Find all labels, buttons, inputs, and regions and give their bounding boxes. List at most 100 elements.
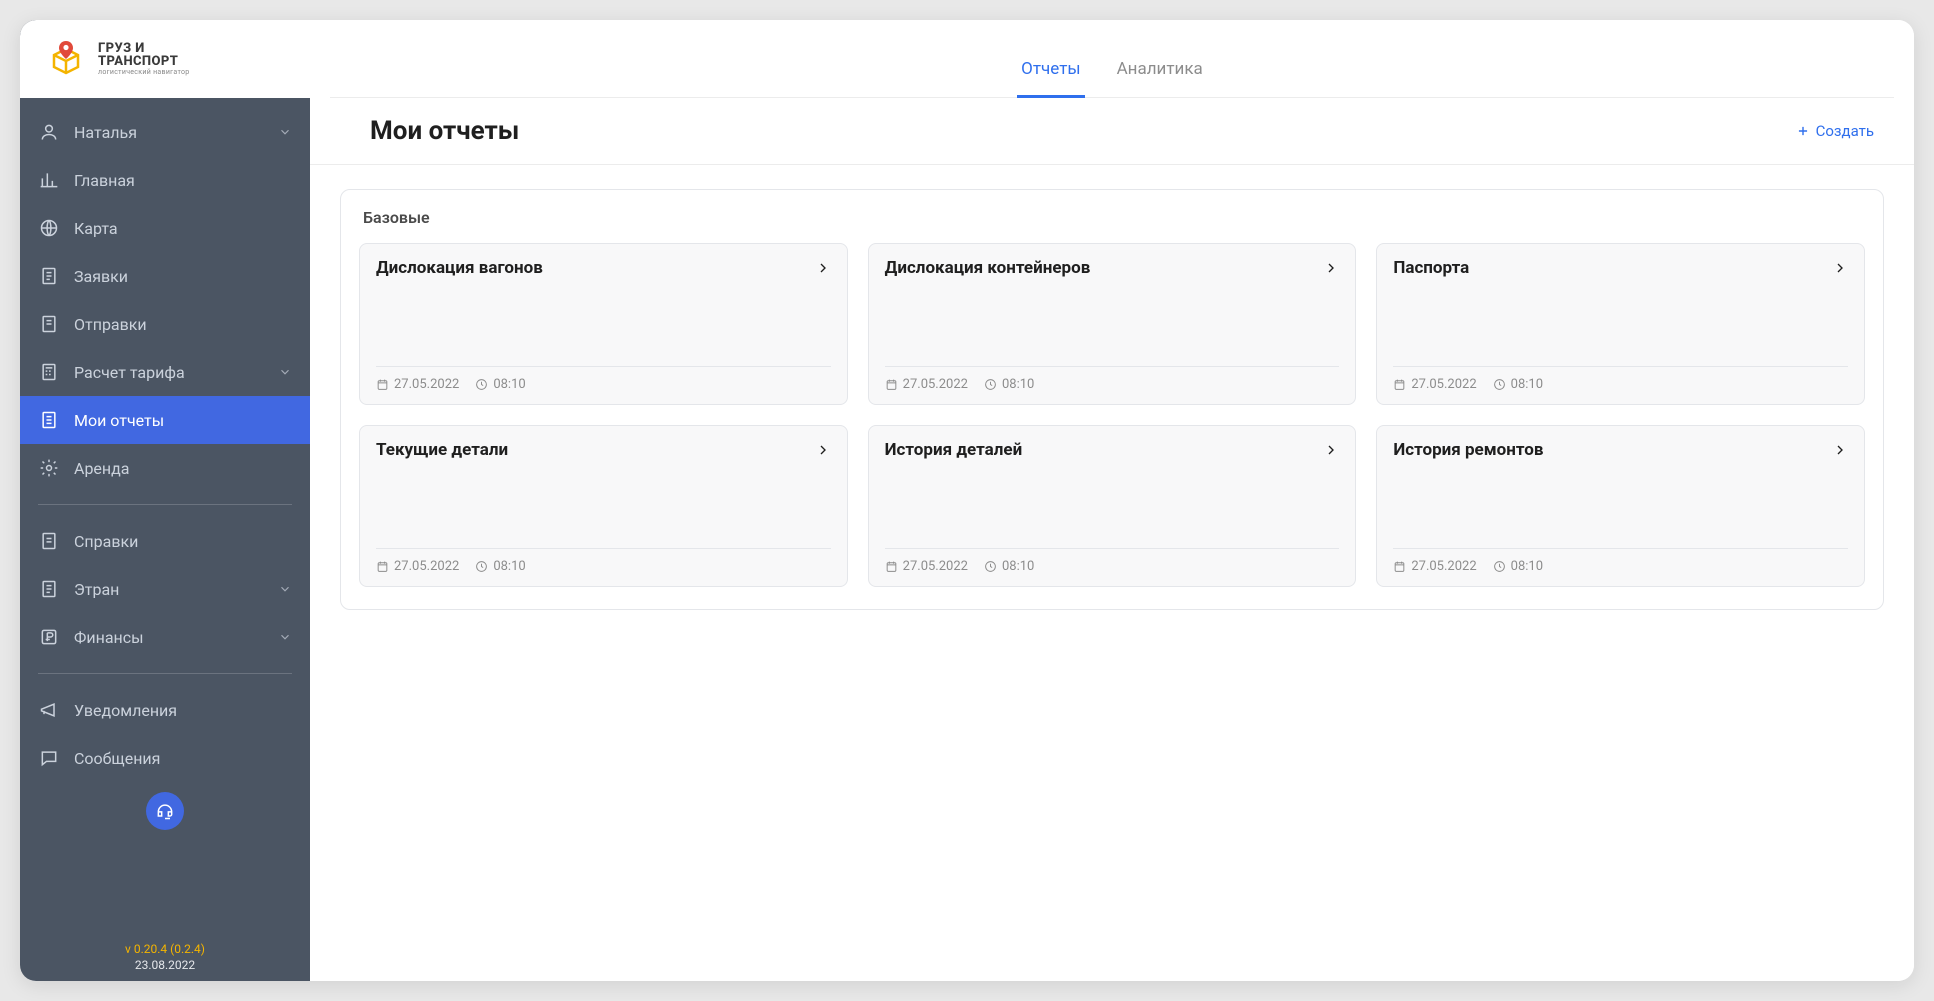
calendar-icon (376, 378, 389, 391)
sidebar-item-label: Мои отчеты (74, 411, 292, 430)
create-button-label: Создать (1816, 122, 1874, 140)
report-card-time: 08:10 (493, 559, 525, 574)
sidebar-item-tariff[interactable]: Расчет тарифа (20, 348, 310, 396)
create-button[interactable]: Создать (1786, 116, 1884, 146)
report-card-date: 27.05.2022 (1411, 377, 1476, 392)
version-footer: v 0.20.4 (0.2.4) 23.08.2022 (20, 935, 310, 981)
document-icon (38, 409, 60, 431)
sidebar-item-label: Финансы (74, 628, 264, 647)
sidebar-item-label: Наталья (74, 123, 264, 142)
sidebar-item-messages[interactable]: Сообщения (20, 734, 310, 782)
sidebar-nav: Наталья Главная Карта (20, 98, 310, 935)
report-card-time: 08:10 (1511, 559, 1543, 574)
report-card[interactable]: Дислокация контейнеров 27.05.2022 08:10 (868, 243, 1357, 405)
sidebar-item-label: Главная (74, 171, 292, 190)
user-icon (38, 121, 60, 143)
report-card-meta: 27.05.2022 08:10 (1393, 548, 1848, 574)
sidebar-item-user[interactable]: Наталья (20, 108, 310, 156)
globe-icon (38, 217, 60, 239)
reports-panel: Базовые Дислокация вагонов 27.05.2022 08… (340, 189, 1884, 610)
gear-icon (38, 457, 60, 479)
sidebar-item-label: Отправки (74, 315, 292, 334)
report-card-date: 27.05.2022 (903, 377, 968, 392)
report-card-time: 08:10 (1511, 377, 1543, 392)
sidebar-item-label: Этран (74, 580, 264, 599)
ruble-icon (38, 626, 60, 648)
brand-logo-text: ГРУЗ И ТРАНСПОРТ логистический навигатор (98, 42, 190, 77)
report-card-meta: 27.05.2022 08:10 (885, 548, 1340, 574)
calendar-icon (885, 378, 898, 391)
calendar-icon (885, 560, 898, 573)
chevron-right-icon (815, 442, 831, 458)
report-card[interactable]: История ремонтов 27.05.2022 08:10 (1376, 425, 1865, 587)
tab-label: Отчеты (1021, 59, 1080, 79)
tab-reports[interactable]: Отчеты (1017, 45, 1084, 97)
clock-icon (984, 560, 997, 573)
sidebar: ГРУЗ И ТРАНСПОРТ логистический навигатор… (20, 20, 310, 981)
report-card[interactable]: История деталей 27.05.2022 08:10 (868, 425, 1357, 587)
report-card-meta: 27.05.2022 08:10 (376, 548, 831, 574)
chevron-down-icon (278, 582, 292, 596)
sidebar-item-etran[interactable]: Этран (20, 565, 310, 613)
report-card-date: 27.05.2022 (394, 377, 459, 392)
report-card-date: 27.05.2022 (903, 559, 968, 574)
report-card-date: 27.05.2022 (394, 559, 459, 574)
report-card-time: 08:10 (1002, 377, 1034, 392)
plus-icon (1796, 124, 1810, 138)
report-card-meta: 27.05.2022 08:10 (1393, 366, 1848, 392)
tab-analytics[interactable]: Аналитика (1113, 45, 1207, 97)
content: Базовые Дислокация вагонов 27.05.2022 08… (310, 165, 1914, 634)
report-card-meta: 27.05.2022 08:10 (885, 366, 1340, 392)
chevron-right-icon (1323, 260, 1339, 276)
calendar-icon (376, 560, 389, 573)
brand-logo-mark (44, 37, 88, 81)
sidebar-item-rent[interactable]: Аренда (20, 444, 310, 492)
sidebar-item-finance[interactable]: Финансы (20, 613, 310, 661)
sidebar-item-requests[interactable]: Заявки (20, 252, 310, 300)
report-card-title: Текущие детали (376, 440, 508, 460)
clock-icon (475, 560, 488, 573)
section-label: Базовые (359, 208, 1865, 243)
sidebar-item-label: Справки (74, 532, 292, 551)
sidebar-item-label: Карта (74, 219, 292, 238)
clock-icon (1493, 560, 1506, 573)
report-card[interactable]: Паспорта 27.05.2022 08:10 (1376, 243, 1865, 405)
sidebar-item-map[interactable]: Карта (20, 204, 310, 252)
document-icon (38, 313, 60, 335)
report-card-time: 08:10 (493, 377, 525, 392)
app-window: ГРУЗ И ТРАНСПОРТ логистический навигатор… (20, 20, 1914, 981)
headset-icon (155, 801, 175, 821)
clock-icon (984, 378, 997, 391)
sidebar-item-shipments[interactable]: Отправки (20, 300, 310, 348)
clock-icon (1493, 378, 1506, 391)
app-version: v 0.20.4 (0.2.4) (20, 941, 310, 957)
app-version-date: 23.08.2022 (20, 957, 310, 973)
sidebar-item-notifications[interactable]: Уведомления (20, 686, 310, 734)
divider (38, 504, 292, 505)
report-card[interactable]: Дислокация вагонов 27.05.2022 08:10 (359, 243, 848, 405)
sidebar-item-reports[interactable]: Мои отчеты (20, 396, 310, 444)
sidebar-item-refs[interactable]: Справки (20, 517, 310, 565)
chevron-down-icon (278, 630, 292, 644)
sidebar-item-label: Сообщения (74, 749, 292, 768)
support-button[interactable] (146, 792, 184, 830)
sidebar-item-home[interactable]: Главная (20, 156, 310, 204)
chevron-down-icon (278, 125, 292, 139)
sidebar-item-label: Уведомления (74, 701, 292, 720)
report-card[interactable]: Текущие детали 27.05.2022 08:10 (359, 425, 848, 587)
report-card-time: 08:10 (1002, 559, 1034, 574)
page-header: Мои отчеты Создать (310, 98, 1914, 165)
clock-icon (475, 378, 488, 391)
megaphone-icon (38, 699, 60, 721)
message-icon (38, 747, 60, 769)
document-icon (38, 530, 60, 552)
report-card-title: Паспорта (1393, 258, 1469, 278)
document-icon (38, 265, 60, 287)
report-card-meta: 27.05.2022 08:10 (376, 366, 831, 392)
report-card-date: 27.05.2022 (1411, 559, 1476, 574)
chart-bar-icon (38, 169, 60, 191)
brand-logo: ГРУЗ И ТРАНСПОРТ логистический навигатор (20, 20, 310, 98)
top-tabs: Отчеты Аналитика (330, 20, 1894, 98)
tab-label: Аналитика (1117, 59, 1203, 79)
brand-sub: логистический навигатор (98, 68, 190, 76)
